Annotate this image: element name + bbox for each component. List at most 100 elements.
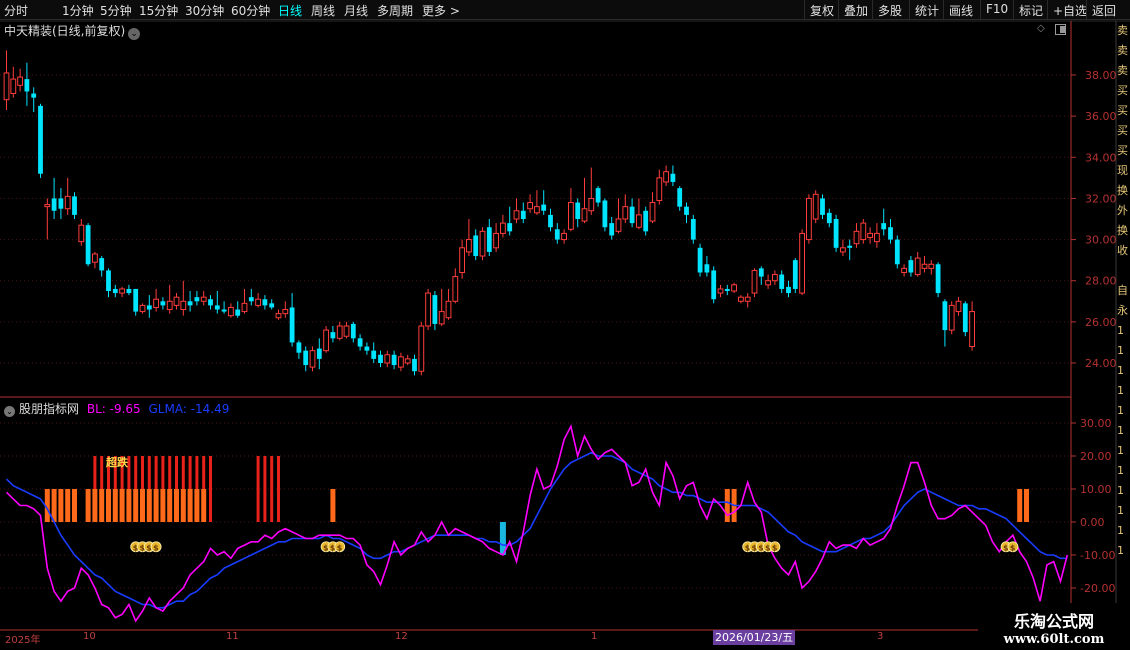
draw-line-button[interactable]: 画线 (943, 0, 978, 20)
window-toggle-icon[interactable] (1055, 24, 1066, 35)
candle-body-down (303, 350, 309, 366)
candle-body-up (717, 288, 724, 294)
candle-body-up (751, 269, 758, 294)
candle-body-down (908, 260, 914, 273)
oversold-bar (141, 456, 144, 522)
candle-body-up (901, 267, 908, 273)
stock-title[interactable]: 中天精装(日线,前复权) ⌄ (4, 22, 141, 40)
date-label-mar: 3 (877, 631, 884, 642)
indicator-title[interactable]: ⌄ 股朋指标网 BL: -9.65 GLMA: -14.49 (4, 400, 229, 417)
bl-line (5, 423, 1069, 623)
stats-button[interactable]: 统计 (909, 0, 944, 20)
fq-button[interactable]: 复权 (804, 0, 839, 20)
money-bag-icon (150, 541, 162, 553)
candle-body-down (724, 288, 730, 291)
strip-char: 1 (1117, 324, 1124, 337)
candle-body-down (602, 200, 608, 228)
f10-button[interactable]: F10 (980, 0, 1013, 20)
candle-body-up (812, 193, 819, 220)
tab-timeshare[interactable]: 分时 (4, 2, 28, 19)
candle-body-down (881, 223, 887, 230)
candle-body-down (820, 198, 825, 215)
strip-char: 现 (1117, 164, 1128, 177)
signal-bar-orange (180, 489, 186, 522)
tab-daily[interactable]: 日线 (278, 2, 302, 19)
candle-body-up (3, 72, 10, 101)
right-info-strip: 卖卖卖买买买买现换外换收自永111111111111 (1117, 22, 1130, 632)
diamond-icon[interactable]: ◇ (1037, 23, 1045, 34)
chevron-down-icon[interactable]: ⌄ (128, 28, 141, 40)
candle-body-down (962, 303, 968, 333)
money-bag-symbol: $ (330, 543, 336, 552)
oversold-bar (195, 456, 199, 522)
money-bag-symbol: $ (745, 543, 751, 552)
candle-body-up (241, 302, 248, 313)
candle-body-up (119, 288, 125, 294)
candle-body-up (948, 304, 955, 331)
tab-5min[interactable]: 5分钟 (100, 2, 132, 19)
watermark: 乐淘公式网 www.60lt.com (978, 603, 1130, 650)
candle-body-up (840, 247, 846, 253)
oversold-bar (154, 456, 158, 522)
candle-body-up (425, 292, 432, 327)
candle-body-down (432, 295, 438, 324)
candle-body-up (622, 206, 629, 220)
candle-body-down (711, 270, 717, 300)
money-bag-icon (130, 541, 142, 553)
oversold-bar (270, 456, 274, 522)
watermark-name: 乐淘公式网 (1013, 612, 1094, 631)
tab-60min[interactable]: 60分钟 (231, 2, 270, 19)
multi-stock-button[interactable]: 多股 (872, 0, 907, 20)
tab-30min[interactable]: 30分钟 (185, 2, 224, 19)
signal-bar-orange (153, 489, 159, 522)
bl-value: BL: -9.65 (86, 402, 141, 416)
back-button[interactable]: 返回 (1086, 0, 1121, 20)
candle-body-down (609, 223, 615, 236)
candle-body-up (404, 358, 411, 364)
tab-multi-period[interactable]: 多周期 (377, 2, 413, 19)
mark-button[interactable]: 标记 (1013, 0, 1048, 20)
candle-body-up (228, 306, 234, 317)
strip-char: 1 (1117, 344, 1124, 357)
candle-body-down (690, 219, 696, 240)
candle-body-down (412, 358, 417, 372)
candle-body-up (928, 263, 935, 269)
candle-body-down (330, 332, 336, 339)
candle-body-down (541, 204, 547, 211)
candle-body-up (581, 208, 588, 222)
price-tick-label: 24.00 (1085, 357, 1117, 370)
signal-bar-orange (119, 489, 125, 522)
candle-body-up (860, 222, 867, 241)
strip-char: 外 (1117, 204, 1128, 217)
candle-body-down (112, 288, 118, 294)
strip-char: 换 (1117, 224, 1128, 237)
tab-more[interactable]: 更多 > (422, 2, 460, 19)
signal-bar-orange (167, 489, 173, 522)
price-tick-label: 36.00 (1085, 110, 1117, 123)
candle-body-up (615, 218, 622, 232)
signal-bar-orange (187, 489, 193, 522)
signal-bar-orange (1024, 489, 1029, 522)
chevron-down-icon[interactable]: ⌄ (4, 406, 15, 417)
indicator-tick-label: 10.00 (1080, 483, 1112, 496)
strip-char: 卖 (1117, 64, 1128, 77)
oversold-bar (202, 456, 206, 522)
strip-char: 自 (1117, 284, 1128, 297)
overlay-button[interactable]: 叠加 (838, 0, 873, 20)
money-bag-symbol: $ (153, 543, 159, 552)
price-tick-label: 34.00 (1085, 151, 1117, 164)
tab-1min[interactable]: 1分钟 (62, 2, 94, 19)
candle-body-up (438, 311, 445, 325)
strip-char: 换 (1117, 184, 1128, 197)
oversold-bar (127, 456, 131, 522)
candle-body-up (969, 311, 976, 348)
candle-body-down (548, 214, 553, 228)
candle-body-up (561, 232, 568, 241)
signal-bar-orange (126, 489, 132, 522)
indicator-tick-label: 0.00 (1080, 516, 1105, 529)
tab-weekly[interactable]: 周线 (311, 2, 335, 19)
tab-15min[interactable]: 15分钟 (139, 2, 178, 19)
tab-monthly[interactable]: 月线 (344, 2, 368, 19)
candle-body-up (513, 210, 520, 220)
candle-body-up (656, 177, 663, 201)
